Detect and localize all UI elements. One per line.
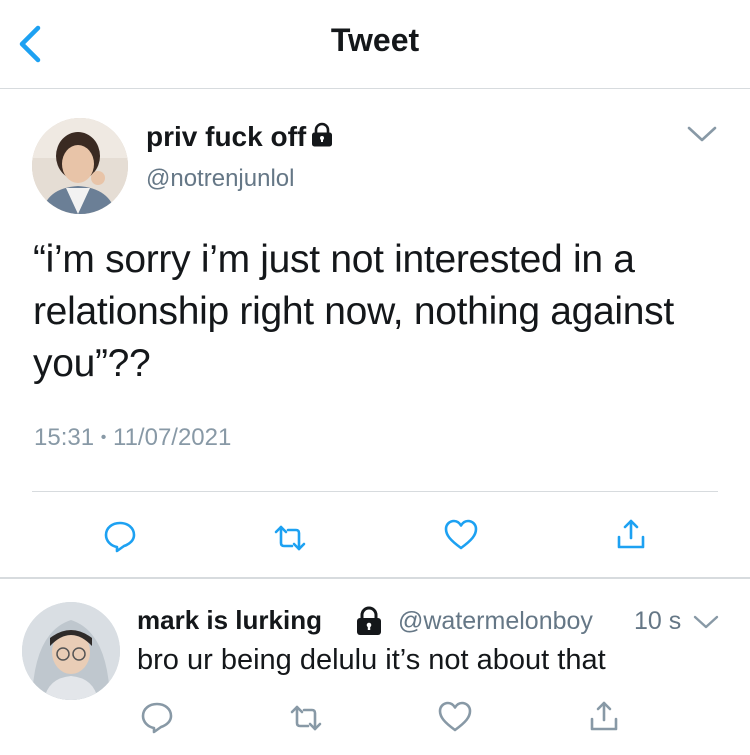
reply-time: 10 s: [634, 607, 682, 635]
tweet-text: “i’m sorry i’m just not interested in a …: [33, 238, 674, 385]
retweet-icon: [274, 525, 306, 551]
top-bar: Tweet: [0, 0, 750, 88]
chevron-down-icon: [687, 126, 717, 142]
display-name[interactable]: mark is lurking: [137, 605, 322, 636]
chevron-down-icon: [693, 615, 719, 629]
like-icon: [438, 701, 472, 732]
retweet-button[interactable]: [273, 521, 307, 555]
header-divider: [0, 88, 750, 89]
retweet-button[interactable]: [289, 701, 323, 735]
more-options-button[interactable]: [692, 612, 720, 632]
reply-icon: [141, 702, 173, 734]
handle[interactable]: @notrenjunlol: [146, 165, 294, 193]
meta-separator: •: [100, 429, 107, 446]
like-icon: [444, 519, 478, 550]
tweet-timestamp: 15:31 • 11/07/2021: [34, 424, 231, 452]
retweet-icon: [290, 705, 322, 731]
divider: [32, 491, 718, 492]
lock-icon: [312, 122, 333, 147]
lock-icon: [357, 606, 381, 635]
share-icon: [617, 519, 645, 549]
avatar[interactable]: [22, 602, 120, 700]
reply-text: bro ur being delulu it’s not about that: [137, 644, 606, 676]
like-button[interactable]: [438, 700, 472, 734]
tweet-time: 15:31: [34, 424, 95, 451]
tweet-date: 11/07/2021: [113, 424, 232, 451]
share-button[interactable]: [614, 517, 648, 551]
page-title: Tweet: [330, 22, 420, 58]
avatar[interactable]: [32, 118, 128, 214]
handle[interactable]: @watermelonboy: [398, 607, 593, 636]
lock-badge: [352, 604, 386, 638]
reply-button[interactable]: [103, 519, 137, 553]
reply-button[interactable]: [140, 700, 174, 734]
share-button[interactable]: [587, 699, 621, 733]
reply-icon: [104, 521, 136, 553]
share-icon: [590, 701, 618, 731]
more-options-button[interactable]: [685, 122, 719, 146]
like-button[interactable]: [444, 518, 478, 552]
divider: [0, 577, 750, 579]
display-name[interactable]: priv fuck off: [146, 121, 334, 153]
